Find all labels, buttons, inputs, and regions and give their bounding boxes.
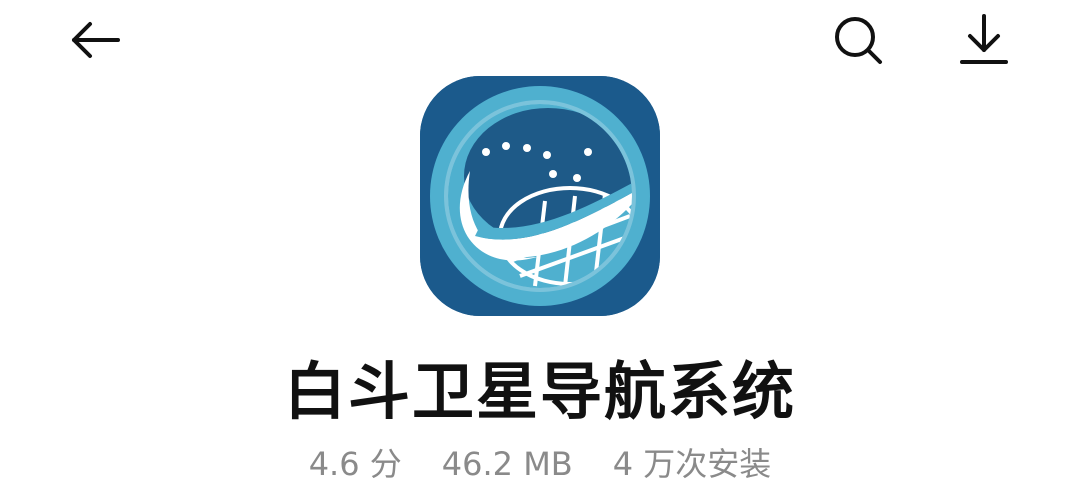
download-icon [960,14,1008,64]
size-text: 46.2 MB [441,445,573,483]
installs-text: 4 万次安装 [612,445,772,483]
app-meta: 4.6 分 46.2 MB 4 万次安装 [0,444,1080,484]
download-button[interactable] [956,12,1012,68]
back-button[interactable] [68,12,124,68]
app-icon [420,76,660,316]
arrow-left-icon [72,22,120,58]
beidou-globe-icon [420,76,660,316]
app-name: 白斗卫星导航系统 [283,355,796,428]
search-icon [835,17,882,64]
search-button[interactable] [830,12,886,68]
rating-text: 4.6 分 [308,445,402,483]
